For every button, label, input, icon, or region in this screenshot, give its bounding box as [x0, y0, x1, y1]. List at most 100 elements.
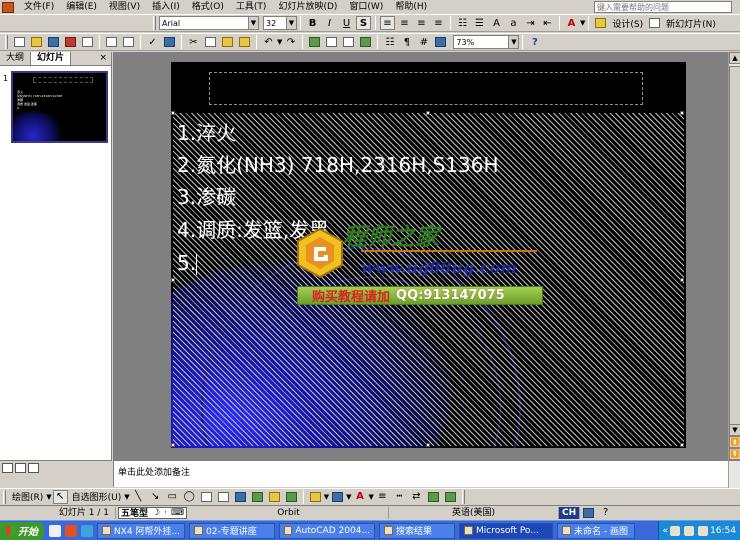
next-slide-icon[interactable]: ⏬ — [729, 448, 740, 460]
save-icon[interactable] — [46, 35, 61, 49]
font-color-icon[interactable]: A — [352, 490, 367, 504]
format-painter-icon[interactable] — [237, 35, 252, 49]
menu-file[interactable]: 文件(F) — [18, 1, 60, 13]
permission-icon[interactable] — [63, 35, 78, 49]
autoshapes-button[interactable]: 自选图形(U) — [69, 490, 125, 503]
font-size-combo[interactable]: 32 ▼ — [263, 16, 297, 30]
chevron-down-icon[interactable]: ▼ — [286, 17, 296, 29]
menu-format[interactable]: 格式(O) — [186, 1, 230, 13]
quicklaunch-browser-icon[interactable] — [65, 524, 77, 537]
tray-app-icon[interactable] — [670, 525, 681, 536]
underline-button[interactable]: U — [339, 16, 354, 30]
dash-style-icon[interactable]: ┅ — [392, 490, 407, 504]
chevron-down-icon[interactable]: ▼ — [248, 17, 258, 29]
cut-icon[interactable]: ✂ — [186, 35, 201, 49]
clock[interactable]: 16:54 — [710, 526, 736, 536]
chevron-down-icon[interactable]: ▼ — [580, 19, 585, 27]
vertical-textbox-icon[interactable] — [216, 490, 231, 504]
slide-text-line[interactable]: 2.氮化(NH3) 718H,2316H,S136H — [177, 153, 499, 177]
menu-help[interactable]: 帮助(H) — [389, 1, 433, 13]
print-icon[interactable] — [104, 35, 119, 49]
help-search-input[interactable] — [594, 1, 732, 13]
color-grayscale-icon[interactable] — [433, 35, 448, 49]
3d-style-icon[interactable] — [443, 490, 458, 504]
resize-handle[interactable] — [171, 443, 175, 447]
menu-slideshow[interactable]: 幻灯片放映(D) — [272, 1, 343, 13]
line-icon[interactable]: ╲ — [131, 490, 146, 504]
resize-handle[interactable] — [171, 278, 175, 282]
resize-handle[interactable] — [426, 443, 430, 447]
wordart-icon[interactable] — [233, 490, 248, 504]
notes-pane[interactable]: 单击此处添加备注 — [113, 460, 740, 488]
shadow-button[interactable]: S — [356, 16, 371, 30]
undo-icon[interactable]: ↶ — [261, 35, 276, 49]
taskbar-item[interactable]: 搜索结果 — [379, 522, 455, 539]
chevron-down-icon[interactable]: ▼ — [346, 493, 351, 501]
diagram-icon[interactable] — [250, 490, 265, 504]
italic-button[interactable]: I — [322, 16, 337, 30]
copy-icon[interactable] — [203, 35, 218, 49]
new-file-icon[interactable] — [12, 35, 27, 49]
close-icon[interactable]: × — [95, 52, 111, 65]
menu-window[interactable]: 窗口(W) — [343, 1, 389, 13]
ime-settings-icon[interactable] — [581, 506, 596, 520]
chevron-down-icon[interactable]: ▼ — [124, 493, 129, 501]
resize-handle[interactable] — [680, 443, 684, 447]
arrow-icon[interactable]: ↘ — [148, 490, 163, 504]
outdent-icon[interactable]: ⇤ — [540, 16, 555, 30]
increase-font-icon[interactable]: A — [489, 16, 504, 30]
line-color-icon[interactable] — [330, 490, 345, 504]
fill-color-icon[interactable] — [308, 490, 323, 504]
zoom-combo[interactable]: 73% ▼ — [453, 35, 520, 49]
menu-insert[interactable]: 插入(I) — [146, 1, 186, 13]
punctuation-icon[interactable]: · — [162, 508, 169, 518]
scrollbar-thumb[interactable] — [729, 66, 740, 430]
font-color-icon[interactable]: A — [564, 16, 579, 30]
expand-all-icon[interactable]: ☷ — [382, 35, 397, 49]
normal-view-icon[interactable] — [2, 462, 13, 473]
ime-toolbar[interactable]: 五笔型 ☽ · ⌨ — [118, 506, 187, 519]
scroll-up-icon[interactable]: ▲ — [729, 52, 740, 64]
clipart-icon[interactable] — [267, 490, 282, 504]
taskbar-item-active[interactable]: Microsoft Po... — [459, 522, 553, 539]
toolbar-grip[interactable] — [3, 489, 6, 504]
tables-borders-icon[interactable] — [341, 35, 356, 49]
rectangle-icon[interactable]: ▭ — [165, 490, 180, 504]
help-icon[interactable]: ? — [527, 35, 542, 49]
tray-expand-icon[interactable]: « — [663, 526, 669, 536]
design-button[interactable]: 设计(S) — [609, 17, 646, 30]
resize-handle[interactable] — [680, 111, 684, 115]
design-icon[interactable] — [593, 16, 608, 30]
chevron-down-icon[interactable]: ▼ — [277, 38, 282, 46]
shadow-style-icon[interactable] — [426, 490, 441, 504]
new-slide-button[interactable]: 新幻灯片(N) — [663, 17, 719, 30]
indent-icon[interactable]: ⇥ — [523, 16, 538, 30]
decrease-font-icon[interactable]: a — [506, 16, 521, 30]
tab-outline[interactable]: 大纲 — [0, 52, 32, 65]
slide-thumbnail[interactable]: 淬火 氮化(NH3) 718H,2316H,S136H 渗碳 调质 发篮,发黑 … — [11, 71, 108, 143]
quicklaunch-ie-icon[interactable] — [81, 524, 93, 537]
toolbar-grip[interactable] — [5, 35, 8, 49]
previous-slide-icon[interactable]: ⏫ — [729, 436, 740, 448]
taskbar-item[interactable]: NX4 阿帮外挂... — [97, 522, 185, 539]
spelling-icon[interactable]: ✓ — [145, 35, 160, 49]
chevron-down-icon[interactable]: ▼ — [46, 493, 51, 501]
chart-icon[interactable] — [307, 35, 322, 49]
new-slide-icon[interactable] — [647, 16, 662, 30]
ime-mode-label[interactable]: 五笔型 — [119, 506, 150, 519]
slide-text-line-last[interactable]: 5. — [177, 251, 198, 275]
slideshow-icon[interactable] — [28, 462, 39, 473]
insert-picture-icon[interactable] — [358, 35, 373, 49]
help-icon[interactable]: ? — [598, 506, 613, 520]
notes-placeholder[interactable]: 单击此处添加备注 — [118, 465, 190, 478]
tray-app-icon[interactable] — [684, 525, 695, 536]
toolbar-grip[interactable] — [153, 16, 156, 30]
slide-sorter-icon[interactable] — [15, 462, 26, 473]
align-left-icon[interactable]: ≡ — [380, 16, 395, 30]
redo-icon[interactable]: ↷ — [283, 35, 298, 49]
ime-language-badge[interactable]: CH — [558, 506, 581, 519]
align-right-icon[interactable]: ≡ — [414, 16, 429, 30]
chevron-down-icon[interactable]: ▼ — [368, 493, 373, 501]
email-icon[interactable] — [80, 35, 95, 49]
picture-icon[interactable] — [284, 490, 299, 504]
